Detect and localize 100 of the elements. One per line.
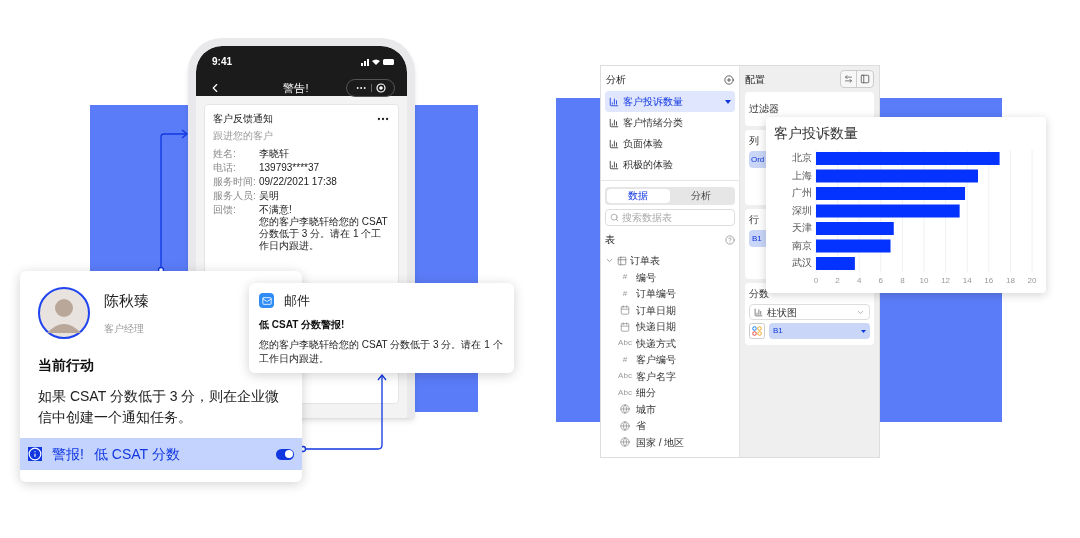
globe-icon (620, 420, 630, 431)
field-item[interactable]: 客户名字 (636, 368, 676, 384)
axis-tick: 14 (962, 276, 972, 285)
section-title: 表 (605, 233, 615, 247)
score-label: 分数 (748, 287, 769, 301)
axis-label: 广州 (792, 187, 812, 198)
section-title: 当前行动 (38, 356, 94, 375)
field-item[interactable]: 订单编号 (636, 286, 676, 302)
panel-tab[interactable]: 数据 (607, 189, 670, 203)
field-value: 李晓轩 (259, 148, 289, 160)
target-icon (376, 83, 386, 93)
panel-title: 配置 (744, 72, 765, 87)
bar-chart-icon (609, 96, 619, 107)
status-icons (361, 57, 395, 66)
field-dropdown[interactable]: B1 (768, 323, 870, 339)
analysis-item[interactable]: 客户情绪分类 (605, 112, 735, 133)
expand-icon[interactable] (605, 256, 614, 265)
field-label: 服务时间: (213, 176, 257, 188)
alert-label: 警报! (52, 444, 84, 464)
nav-title: 警告! (283, 80, 309, 96)
field-item[interactable]: 快递方式 (636, 335, 676, 351)
analysis-item[interactable]: 积极的体验 (605, 154, 735, 175)
type-label: Abc (617, 370, 633, 383)
field-label: 电话: (213, 162, 237, 174)
alert-text: 低 CSAT 分数 (93, 444, 180, 464)
calendar-icon (620, 321, 630, 332)
axis-tick: 12 (941, 276, 951, 285)
bar (816, 257, 855, 270)
filter-label: 过滤器 (748, 103, 779, 114)
field-value: 不满意! (259, 204, 293, 216)
bar-chart-icon (609, 117, 619, 128)
color-palette-icon[interactable] (748, 323, 765, 339)
status-time: 9:41 (212, 55, 232, 69)
contact-name: 陈秋臻 (104, 291, 149, 312)
axis-tick: 6 (878, 276, 884, 285)
axis-label: 武汉 (792, 257, 812, 268)
card-title: 客户反馈通知 (213, 112, 273, 126)
type-label: Abc (617, 337, 633, 350)
axis-label: 上海 (792, 169, 812, 181)
mail-app-icon (259, 293, 274, 309)
caret-icon (724, 99, 731, 104)
analysis-item[interactable]: 负面体验 (605, 133, 735, 154)
table-icon (617, 255, 627, 266)
axis-tick: 10 (919, 276, 929, 285)
axis-tick: 20 (1027, 276, 1037, 285)
field-note: 您的客户李晓轩给您的 CSAT 分数低于 3 分。请在 1 个工作日内跟进。 (259, 216, 389, 252)
info-icon (28, 447, 42, 461)
field-item[interactable]: 快递日期 (636, 319, 676, 335)
tree-item[interactable]: 订单表 (630, 253, 660, 268)
bar-chart-icon (753, 307, 763, 317)
axis-label: 天津 (792, 222, 812, 233)
field-value: 139793****37 (259, 162, 320, 174)
contact-role: 客户经理 (104, 321, 145, 336)
chart-title: 客户投诉数量 (774, 124, 859, 143)
bar-chart-icon (609, 138, 619, 149)
axis-label: 南京 (792, 239, 812, 251)
chart-type-select[interactable]: 柱状图 (748, 304, 870, 320)
field-label: 姓名: (213, 148, 237, 160)
field-value: 09/22/2021 17:38 (259, 176, 337, 188)
type-label: Abc (617, 386, 633, 399)
axis-tick: 18 (1005, 276, 1015, 285)
toggle-switch[interactable] (276, 448, 294, 460)
axis-label: 北京 (792, 152, 812, 163)
axis-tick: 0 (813, 276, 819, 285)
globe-icon (620, 437, 630, 448)
field-item[interactable]: 订单日期 (636, 302, 676, 318)
type-label: # (621, 353, 629, 366)
type-label: # (621, 287, 629, 300)
globe-icon (620, 404, 630, 415)
axis-tick: 8 (900, 276, 905, 285)
axis-tick: 16 (984, 276, 994, 285)
field-item[interactable]: 国家 / 地区 (636, 434, 685, 450)
mail-body: 您的客户李晓轩给您的 CSAT 分数低于 3 分。请在 1 个工作日内跟进。 (259, 337, 504, 366)
analysis-item[interactable]: 客户投诉数量 (605, 91, 735, 112)
panel-title: 分析 (606, 73, 626, 87)
field-item[interactable]: 编号 (636, 269, 656, 285)
mail-app-name: 邮件 (284, 292, 310, 310)
add-icon[interactable] (723, 74, 734, 85)
field-item[interactable]: 细分 (636, 385, 656, 401)
type-label: # (621, 271, 629, 284)
field-item[interactable]: 城市 (636, 401, 656, 417)
avatar (38, 287, 90, 339)
search-icon (610, 213, 619, 222)
bar-chart-icon (609, 159, 619, 170)
rows-label: 行 (748, 213, 759, 227)
field-label: 服务人员: (213, 190, 257, 202)
calendar-icon (620, 305, 630, 316)
field-label: 回馈: (213, 204, 237, 217)
columns-label: 列 (748, 134, 759, 148)
action-description: 如果 CSAT 分数低于 3 分，则在企业微信中创建一个通知任务。 (37, 387, 281, 427)
axis-tick: 4 (856, 276, 862, 285)
panel-tab[interactable]: 分析 (670, 189, 733, 203)
field-value: 吴明 (259, 190, 279, 202)
axis-tick: 2 (835, 276, 840, 285)
field-item[interactable]: 客户编号 (636, 352, 676, 368)
field-item[interactable]: 省 (636, 418, 646, 434)
caret-icon (861, 329, 866, 333)
mail-title: 低 CSAT 分数警报! (259, 317, 346, 332)
card-subtitle: 跟进您的客户 (213, 129, 274, 143)
axis-label: 深圳 (792, 204, 812, 216)
